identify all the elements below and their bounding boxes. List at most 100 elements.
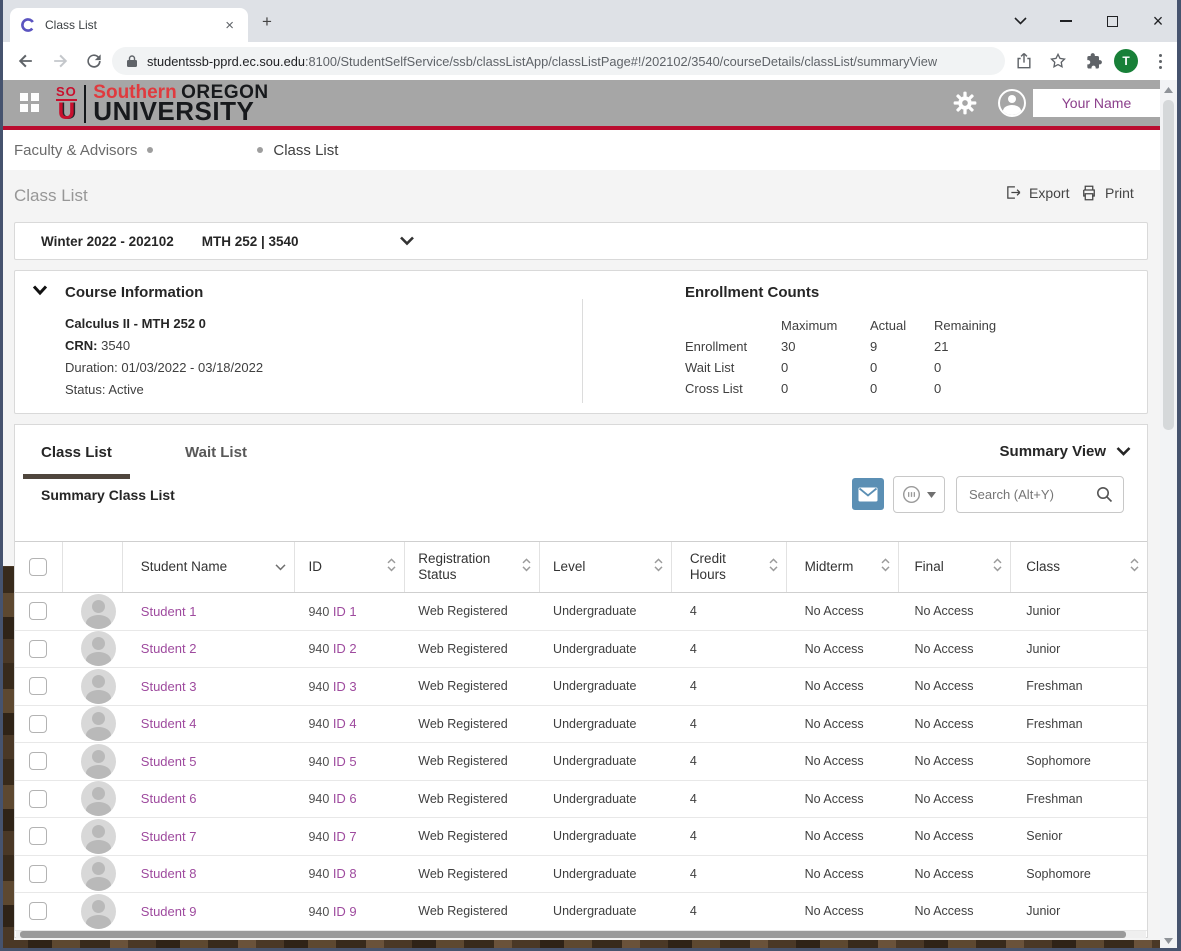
address-bar[interactable]: studentssb-pprd.ec.sou.edu:8100/StudentS… <box>112 47 1005 75</box>
credit-hours-cell: 4 <box>672 679 787 693</box>
sort-icon[interactable] <box>993 558 1002 576</box>
settings-gear-icon[interactable] <box>952 90 978 116</box>
sort-icon[interactable] <box>881 558 890 576</box>
forward-icon[interactable] <box>50 51 70 71</box>
enrollment-counts-row: Wait List000 <box>685 357 1034 378</box>
column-header[interactable]: ID <box>295 542 405 592</box>
registration-status-cell: Web Registered <box>405 792 540 806</box>
row-checkbox[interactable] <box>29 902 47 920</box>
select-all-checkbox[interactable] <box>29 558 47 576</box>
credit-hours-cell: 4 <box>672 642 787 656</box>
minimize-button[interactable] <box>1043 0 1089 42</box>
student-avatar <box>81 669 116 704</box>
sort-icon[interactable] <box>275 559 286 575</box>
close-button[interactable]: × <box>1135 0 1181 42</box>
share-icon[interactable] <box>1014 51 1034 71</box>
checkbox-cell <box>15 640 63 658</box>
horizontal-scrollbar[interactable] <box>16 931 1146 938</box>
print-button[interactable]: Print <box>1080 184 1134 202</box>
bookmark-star-icon[interactable] <box>1048 51 1068 71</box>
app-launcher-icon[interactable] <box>20 93 39 112</box>
student-name-link[interactable]: Student 2 <box>141 641 197 656</box>
search-input[interactable] <box>957 477 1095 512</box>
enrollment-value: 0 <box>934 357 1034 378</box>
course-label: MTH 252 | 3540 <box>202 234 299 249</box>
collapse-chevron-icon[interactable] <box>32 285 48 296</box>
horizontal-scrollbar-thumb[interactable] <box>20 931 1126 938</box>
row-checkbox[interactable] <box>29 827 47 845</box>
student-name-link[interactable]: Student 6 <box>141 791 197 806</box>
reload-icon[interactable] <box>84 51 104 71</box>
column-header[interactable]: Registration Status <box>405 542 540 592</box>
tab-class-list[interactable]: Class List <box>23 438 130 479</box>
profile-person-icon[interactable] <box>998 89 1026 117</box>
sort-icon[interactable] <box>654 558 663 576</box>
scroll-down-arrow-icon[interactable] <box>1164 938 1173 944</box>
student-name-link[interactable]: Student 8 <box>141 866 197 881</box>
scroll-up-arrow-icon[interactable] <box>1164 87 1173 93</box>
student-name-cell: Student 7 <box>123 829 296 844</box>
vertical-scrollbar-thumb[interactable] <box>1163 100 1174 430</box>
row-checkbox[interactable] <box>29 602 47 620</box>
student-avatar <box>81 706 116 741</box>
credit-hours-cell: 4 <box>672 867 787 881</box>
browser-profile-avatar[interactable]: T <box>1114 49 1138 73</box>
sort-icon[interactable] <box>522 558 531 576</box>
student-name-link[interactable]: Student 7 <box>141 829 197 844</box>
row-checkbox[interactable] <box>29 640 47 658</box>
midterm-cell: No Access <box>787 717 900 731</box>
back-icon[interactable] <box>16 51 36 71</box>
export-button[interactable]: Export <box>1005 184 1069 201</box>
sort-icon[interactable] <box>769 558 778 576</box>
new-tab-button[interactable]: + <box>262 12 272 32</box>
row-checkbox[interactable] <box>29 865 47 883</box>
student-name-link[interactable]: Student 5 <box>141 754 197 769</box>
sort-icon[interactable] <box>1130 558 1139 576</box>
student-avatar <box>81 781 116 816</box>
chevron-down-icon[interactable] <box>399 236 415 246</box>
enrollment-value: 9 <box>870 336 934 357</box>
sort-icon[interactable] <box>387 558 396 576</box>
row-checkbox[interactable] <box>29 677 47 695</box>
student-name-cell: Student 6 <box>123 791 296 806</box>
credit-hours-cell: 4 <box>672 904 787 918</box>
tab-wait-list[interactable]: Wait List <box>167 438 265 474</box>
column-header-label: Student Name <box>141 559 249 575</box>
extensions-puzzle-icon[interactable] <box>1084 51 1104 71</box>
email-button[interactable] <box>852 478 884 510</box>
registration-status-cell: Web Registered <box>405 904 540 918</box>
row-checkbox[interactable] <box>29 752 47 770</box>
tab-close-icon[interactable]: × <box>221 16 238 35</box>
select-all-header-cell <box>15 542 63 592</box>
breadcrumb-parent[interactable]: Faculty & Advisors <box>14 142 137 159</box>
column-header[interactable]: Final <box>899 542 1011 592</box>
vertical-scrollbar[interactable] <box>1160 80 1177 951</box>
row-checkbox[interactable] <box>29 790 47 808</box>
tab-search-chevron-icon[interactable] <box>997 0 1043 42</box>
column-header[interactable]: Midterm <box>787 542 900 592</box>
search-icon[interactable] <box>1096 486 1113 503</box>
student-name-link[interactable]: Student 4 <box>141 716 197 731</box>
column-header[interactable]: Level <box>540 542 672 592</box>
actions-dropdown-button[interactable] <box>893 476 945 513</box>
midterm-cell: No Access <box>787 642 900 656</box>
column-header[interactable]: Credit Hours <box>672 542 787 592</box>
row-checkbox[interactable] <box>29 715 47 733</box>
avatar-cell <box>63 706 123 741</box>
student-name-link[interactable]: Student 9 <box>141 904 197 919</box>
user-name[interactable]: Your Name <box>1033 89 1160 117</box>
student-name-link[interactable]: Student 1 <box>141 604 197 619</box>
term-course-selector[interactable]: Winter 2022 - 202102 MTH 252 | 3540 <box>14 222 1148 260</box>
maximize-button[interactable] <box>1089 0 1135 42</box>
browser-tab[interactable]: Class List × <box>10 8 248 42</box>
avatar-cell <box>63 594 123 629</box>
view-selector[interactable]: Summary View <box>1000 443 1131 460</box>
caret-down-icon <box>927 492 936 498</box>
column-header[interactable]: Student Name <box>123 542 296 592</box>
column-header[interactable]: Class <box>1011 542 1147 592</box>
vertical-divider <box>582 299 583 403</box>
student-avatar <box>81 631 116 666</box>
registration-status-cell: Web Registered <box>405 867 540 881</box>
student-name-link[interactable]: Student 3 <box>141 679 197 694</box>
browser-menu-icon[interactable] <box>1152 49 1168 73</box>
